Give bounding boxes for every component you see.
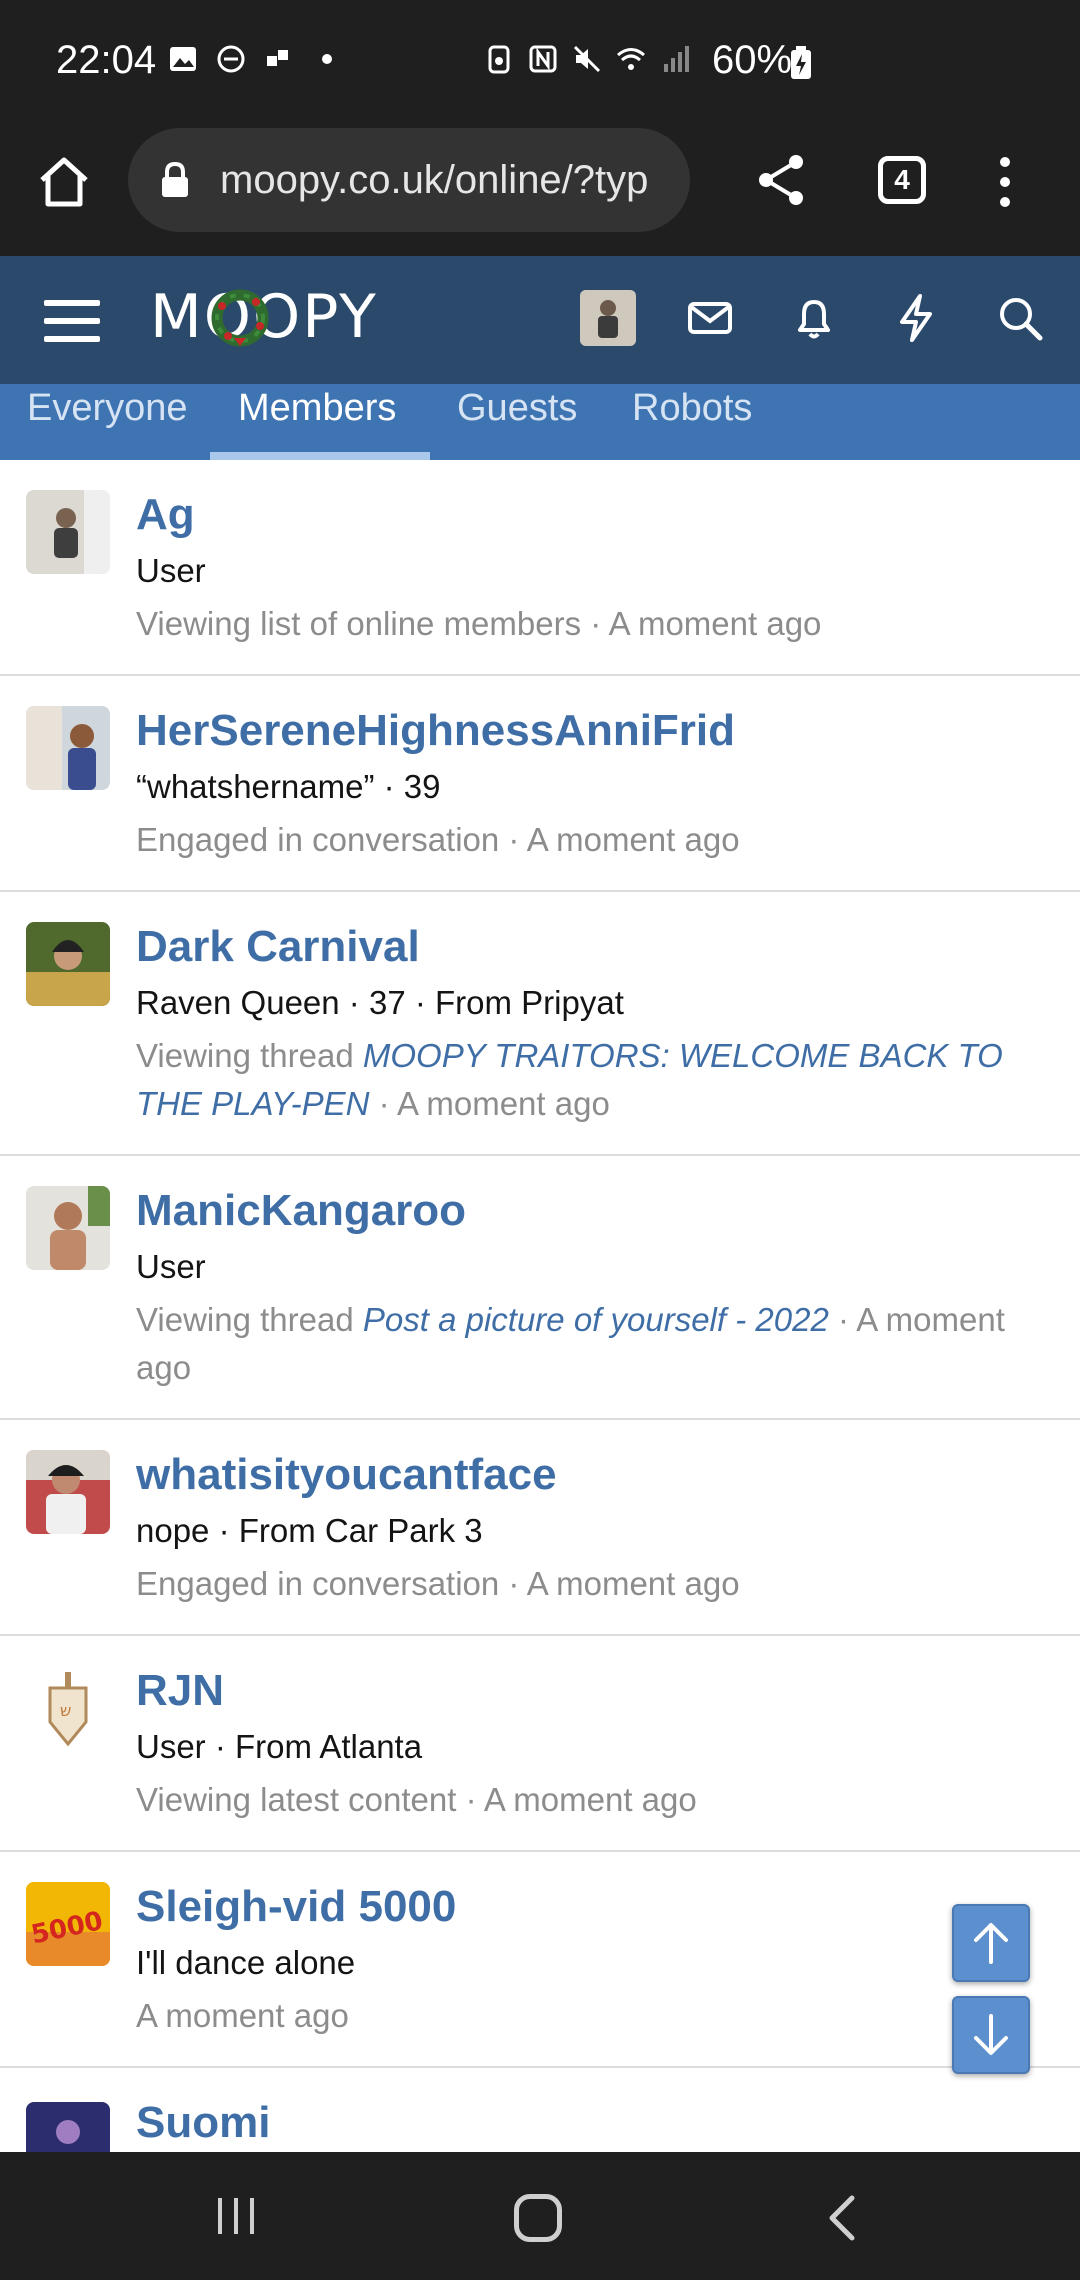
nfc-icon	[529, 45, 557, 73]
system-navigation-bar	[0, 2152, 1080, 2280]
list-item: Suomi	[0, 2068, 1080, 2186]
avatar[interactable]: ש	[26, 1666, 110, 1750]
bell-icon[interactable]	[788, 292, 840, 344]
scroll-to-bottom-button[interactable]	[952, 1996, 1030, 2074]
arrow-up-icon	[974, 1923, 1008, 1964]
tab-switcher-button[interactable]: 4	[878, 156, 926, 204]
gallery-icon	[170, 47, 196, 71]
tab-robots[interactable]: Robots	[632, 384, 752, 460]
user-avatar[interactable]	[580, 290, 636, 346]
active-tab-indicator	[210, 452, 430, 460]
member-activity: Viewing thread Post a picture of yoursel…	[136, 1296, 1046, 1392]
member-info: User · From Atlanta	[136, 1728, 423, 1765]
avatar[interactable]	[26, 490, 110, 574]
member-info: User	[136, 1248, 206, 1285]
svg-text:ש: ש	[60, 1701, 71, 1720]
list-item: HerSereneHighnessAnniFrid “whatshername”…	[0, 676, 1080, 892]
online-filter-tabs: Everyone Members Guests Robots	[0, 384, 1080, 460]
recent-apps-icon[interactable]	[214, 2196, 258, 2236]
wifi-icon	[617, 48, 645, 70]
member-name[interactable]: whatisityoucantface	[136, 1450, 557, 1500]
home-icon[interactable]	[34, 152, 94, 212]
url-text: moopy.co.uk/online/?typ	[220, 158, 649, 202]
activity-prefix: Viewing thread	[136, 1037, 363, 1074]
activity-suffix: · A moment ago	[369, 1085, 610, 1122]
member-name[interactable]: Sleigh-vid 5000	[136, 1882, 456, 1932]
address-bar[interactable]: moopy.co.uk/online/?typ	[128, 128, 690, 232]
list-item: ManicKangaroo User Viewing thread Post a…	[0, 1156, 1080, 1420]
member-info: User	[136, 552, 206, 589]
status-bar: 22:04 60%	[0, 0, 1080, 128]
member-info: Raven Queen · 37 · From Pripyat	[136, 984, 624, 1021]
member-activity: Viewing thread MOOPY TRAITORS: WELCOME B…	[136, 1032, 1046, 1128]
list-item: 5000 Sleigh-vid 5000 I'll dance alone A …	[0, 1852, 1080, 2068]
avatar[interactable]: 5000	[26, 1882, 110, 1966]
mute-icon	[573, 45, 601, 73]
member-name[interactable]: Dark Carnival	[136, 922, 420, 972]
member-name[interactable]: ManicKangaroo	[136, 1186, 466, 1236]
battery-percent: 60%	[712, 38, 793, 82]
lock-icon	[162, 162, 188, 197]
thread-link[interactable]: Post a picture of yourself - 2022	[363, 1301, 829, 1338]
member-activity: Viewing list of online members · A momen…	[136, 605, 822, 642]
dot-icon	[322, 54, 332, 64]
avatar[interactable]	[26, 706, 110, 790]
dnd-icon	[217, 45, 245, 73]
list-item: Dark Carnival Raven Queen · 37 · From Pr…	[0, 892, 1080, 1156]
member-name[interactable]: HerSereneHighnessAnniFrid	[136, 706, 735, 756]
activity-prefix: Viewing thread	[136, 1301, 363, 1338]
browser-toolbar: moopy.co.uk/online/?typ 4	[0, 128, 1080, 256]
clock: 22:04	[56, 38, 157, 82]
search-icon[interactable]	[994, 292, 1046, 344]
tab-guests[interactable]: Guests	[457, 384, 577, 460]
app-icon	[267, 50, 288, 66]
signal-icon	[664, 46, 689, 72]
system-icons	[484, 44, 690, 74]
avatar[interactable]	[26, 1186, 110, 1270]
member-info: “whatshername” · 39	[136, 768, 441, 805]
overflow-menu-icon[interactable]	[990, 154, 1020, 210]
list-item: ש RJN User · From Atlanta Viewing latest…	[0, 1636, 1080, 1852]
share-icon[interactable]	[754, 152, 810, 208]
avatar[interactable]	[26, 1450, 110, 1534]
member-activity: Engaged in conversation · A moment ago	[136, 1565, 740, 1602]
hamburger-menu-icon[interactable]	[42, 296, 102, 346]
tab-members[interactable]: Members	[238, 384, 396, 460]
member-name[interactable]: Ag	[136, 490, 195, 540]
site-header: MOOPY	[0, 256, 1080, 384]
lightning-icon[interactable]	[890, 292, 942, 344]
battery-icon	[791, 46, 811, 79]
list-item: Ag User Viewing list of online members ·…	[0, 460, 1080, 676]
member-name[interactable]: Suomi	[136, 2098, 270, 2148]
member-info: I'll dance alone	[136, 1944, 356, 1981]
avatar[interactable]	[26, 922, 110, 1006]
saver-icon	[488, 45, 510, 74]
wreath-icon	[211, 289, 269, 347]
scroll-to-top-button[interactable]	[952, 1904, 1030, 1982]
notification-icons	[168, 44, 342, 74]
member-info: nope · From Car Park 3	[136, 1512, 483, 1549]
tab-everyone[interactable]: Everyone	[27, 384, 188, 460]
list-item: whatisityoucantface nope · From Car Park…	[0, 1420, 1080, 1636]
home-button-icon[interactable]	[514, 2194, 562, 2242]
back-icon[interactable]	[822, 2194, 862, 2242]
member-activity: A moment ago	[136, 1997, 349, 2034]
member-activity: Viewing latest content · A moment ago	[136, 1781, 697, 1818]
member-activity: Engaged in conversation · A moment ago	[136, 821, 740, 858]
mail-icon[interactable]	[684, 292, 736, 344]
arrow-down-icon	[974, 2014, 1008, 2055]
member-name[interactable]: RJN	[136, 1666, 224, 1716]
